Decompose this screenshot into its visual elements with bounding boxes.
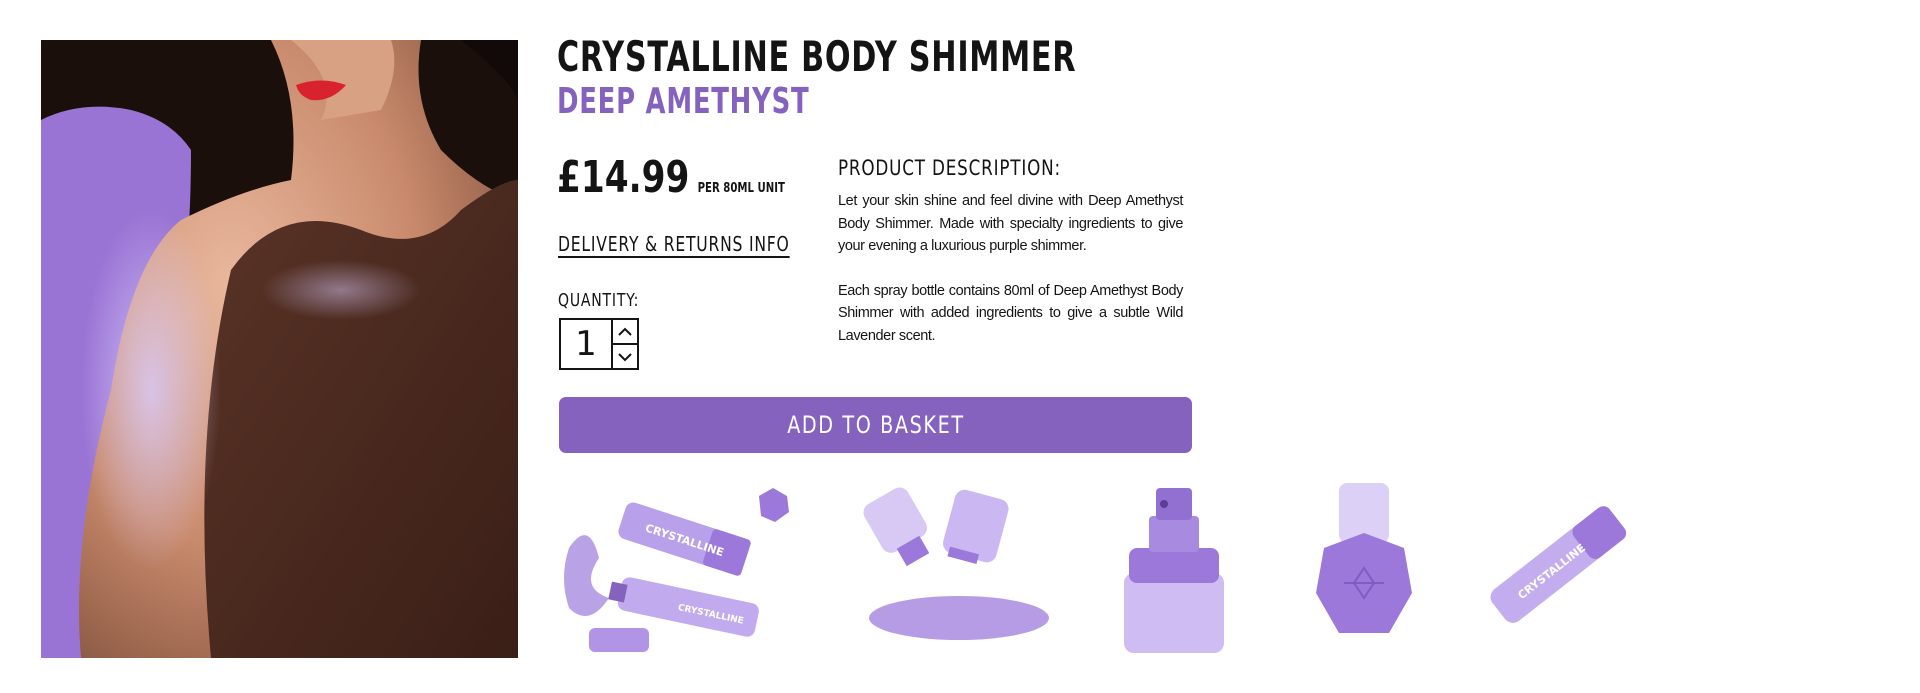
- thumbnail-spray-nozzle[interactable]: [1104, 478, 1244, 653]
- price-row: £14.99 PER 80ML UNIT: [557, 152, 785, 203]
- thumbnail-image: [863, 487, 1049, 640]
- price-unit: PER 80ML UNIT: [697, 181, 785, 196]
- thumbnail-image: CRYSTALLINE: [1490, 506, 1627, 623]
- chevron-up-icon: [618, 327, 632, 336]
- add-to-basket-button[interactable]: ADD TO BASKET: [559, 397, 1192, 453]
- quantity-decrement-button[interactable]: [613, 345, 637, 368]
- quantity-stepper: 1: [559, 318, 639, 370]
- hero-product-image: [41, 40, 518, 658]
- product-title: CRYSTALLINE BODY SHIMMER: [557, 32, 1077, 81]
- thumbnail-image: CRYSTALLINE CRYSTALLINE: [564, 488, 789, 652]
- thumbnail-two-bottles[interactable]: CRYSTALLINE CRYSTALLINE: [559, 478, 809, 653]
- model-shoulder-image: [41, 40, 518, 658]
- description-paragraph: Let your skin shine and feel divine with…: [838, 193, 1183, 254]
- add-to-basket-label: ADD TO BASKET: [786, 411, 965, 439]
- quantity-label: QUANTITY:: [558, 290, 640, 311]
- product-description: Let your skin shine and feel divine with…: [838, 190, 1183, 369]
- product-shade: DEEP AMETHYST: [557, 81, 810, 122]
- thumbnail-image: [1316, 483, 1412, 633]
- delivery-returns-link[interactable]: DELIVERY & RETURNS INFO: [558, 232, 790, 256]
- description-paragraph: Each spray bottle contains 80ml of Deep …: [838, 282, 1183, 344]
- thumbnail-open-bottles[interactable]: [849, 478, 1059, 653]
- quantity-increment-button[interactable]: [613, 320, 637, 345]
- description-heading: PRODUCT DESCRIPTION:: [838, 156, 1061, 180]
- chevron-down-icon: [618, 352, 632, 361]
- thumbnail-top-view[interactable]: [1304, 478, 1424, 653]
- quantity-arrows: [613, 320, 637, 368]
- product-price: £14.99: [557, 152, 690, 203]
- thumbnail-angled-bottle[interactable]: CRYSTALLINE: [1464, 478, 1639, 653]
- thumbnail-image: [1124, 488, 1224, 653]
- quantity-input[interactable]: 1: [561, 320, 613, 368]
